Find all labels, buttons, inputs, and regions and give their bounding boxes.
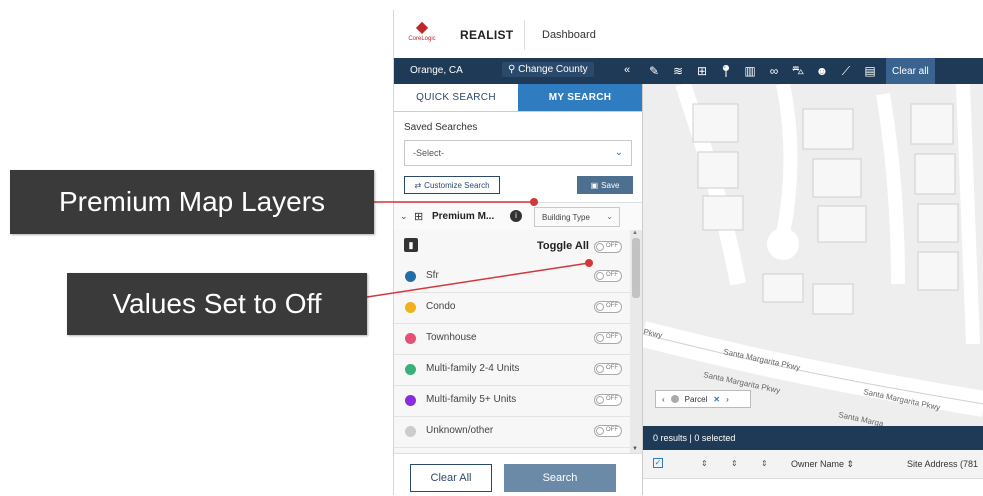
callout-lines: [366, 198, 593, 298]
callout-values-set-to-off: Values Set to Off: [67, 273, 367, 335]
callout-premium-map-layers: Premium Map Layers: [10, 170, 374, 234]
